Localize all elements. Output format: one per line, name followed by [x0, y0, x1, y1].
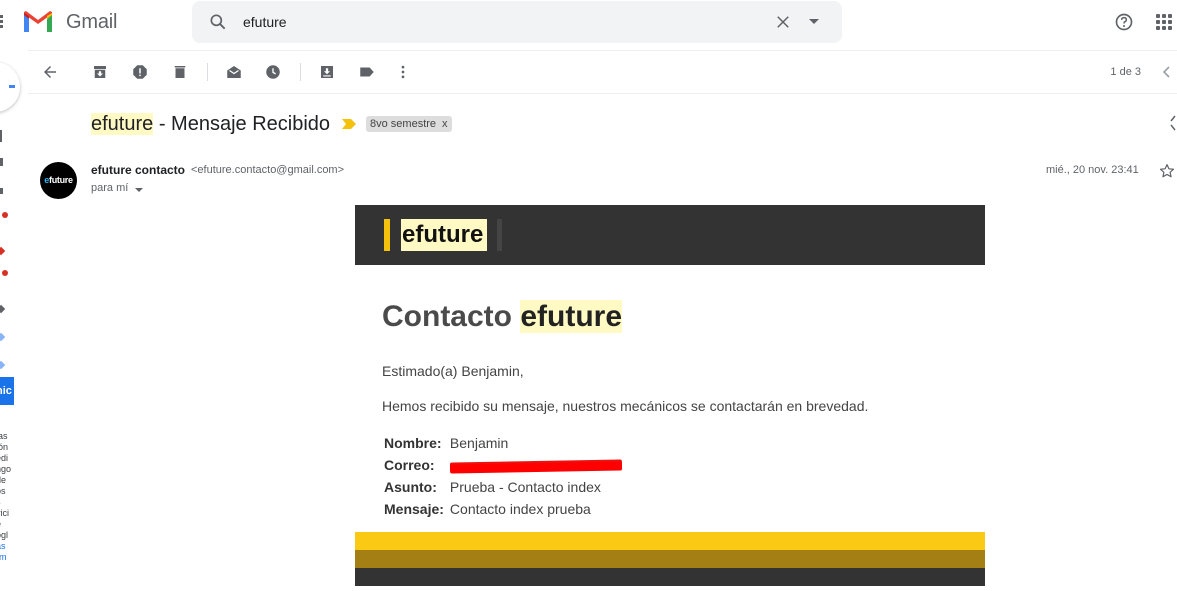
delete-icon[interactable] — [171, 63, 189, 81]
label-chip-text: 8vo semestre — [370, 118, 437, 130]
star-icon[interactable] — [1158, 162, 1176, 180]
search-bar[interactable]: efuture — [192, 1, 842, 43]
footer-band-yellow — [355, 532, 985, 550]
redaction-mark — [449, 461, 622, 472]
sidebar-text: os — [0, 486, 6, 496]
email-subject: efuture - Mensaje Recibido — [91, 113, 330, 136]
sidebar-text: e — [0, 519, 14, 530]
help-icon[interactable] — [1114, 12, 1134, 32]
pagination-count: 1 de 3 — [1110, 66, 1141, 78]
detail-value: Prueba - Contacto index — [449, 479, 601, 495]
message-toolbar: 1 de 3 — [28, 51, 1177, 94]
recipient-details-icon[interactable] — [135, 188, 143, 192]
hangouts-button[interactable]: nic — [0, 377, 14, 405]
search-input[interactable]: efuture — [243, 14, 287, 30]
sidebar-text: vici — [0, 508, 9, 518]
detail-label: Nombre: — [384, 435, 442, 451]
move-to-icon[interactable] — [318, 63, 336, 81]
label-icon[interactable] — [358, 63, 376, 81]
detail-row: Asunto: Prueba - Contacto index — [382, 476, 622, 498]
greeting-text: Estimado(a) Benjamin, — [382, 363, 524, 379]
label-chip[interactable]: 8vo semestre x — [366, 116, 452, 132]
mark-unread-icon[interactable] — [225, 63, 243, 81]
remove-label-icon[interactable]: x — [442, 118, 448, 130]
detail-row: Mensaje: Contacto index prueba — [382, 498, 622, 520]
sidebar-icon[interactable] — [0, 130, 2, 142]
detail-row: Correo: — [382, 454, 622, 476]
sidebar-text: i — [0, 420, 14, 431]
sender-name[interactable]: efuture contacto — [91, 163, 185, 177]
more-icon[interactable] — [394, 63, 412, 81]
label-dot-icon[interactable] — [0, 304, 6, 314]
sidebar-text: de — [0, 475, 7, 485]
toolbar-separator — [207, 63, 208, 81]
search-icon[interactable] — [208, 12, 228, 32]
sidebar-text-fragments: i ias ión edi ngo de os s vici e ogl as … — [0, 420, 14, 563]
search-options-icon[interactable] — [809, 19, 819, 24]
email-brand-header: efuture — [355, 205, 985, 265]
sidebar-text: ias — [0, 431, 8, 441]
report-spam-icon[interactable] — [131, 63, 149, 81]
email-heading: Contacto efuture — [382, 300, 623, 334]
menu-icon[interactable] — [0, 15, 4, 29]
label-dot-icon[interactable] — [0, 360, 6, 370]
gmail-logo[interactable] — [22, 10, 54, 34]
brand-name: efuture — [401, 219, 488, 251]
heading-text: Contacto — [382, 300, 521, 333]
sidebar-icon[interactable] — [0, 158, 3, 166]
detail-value — [449, 454, 622, 476]
detail-label: Asunto: — [384, 479, 437, 495]
toolbar-separator — [300, 63, 301, 81]
top-bar: Gmail efuture — [0, 0, 1177, 44]
label-dot-icon[interactable] — [0, 246, 6, 256]
sidebar-text: edi — [0, 453, 9, 463]
sidebar-text: ogl — [0, 530, 9, 540]
apps-icon[interactable] — [1156, 14, 1172, 30]
sidebar-text: s — [0, 497, 14, 508]
label-dot-icon[interactable] — [2, 270, 8, 276]
brand-accent-tail — [497, 219, 502, 251]
sidebar-icon[interactable] — [0, 188, 3, 194]
detail-value: Benjamin — [449, 435, 509, 451]
expand-icon[interactable] — [1166, 114, 1177, 132]
email-date: mié., 20 nov. 23:41 — [1046, 164, 1139, 176]
sidebar-text: ión — [0, 442, 9, 452]
snooze-icon[interactable] — [264, 63, 282, 81]
label-dot-icon[interactable] — [0, 332, 6, 342]
sidebar-link[interactable]: rm — [0, 552, 14, 563]
detail-value: Contacto index prueba — [449, 501, 591, 517]
clear-search-icon[interactable] — [774, 13, 792, 31]
compose-button[interactable] — [0, 62, 20, 112]
sidebar-text: ngo — [0, 464, 12, 474]
back-icon[interactable] — [41, 63, 59, 81]
subject-highlight: efuture — [91, 113, 154, 135]
detail-label: Mensaje: — [384, 501, 444, 517]
contact-details: Nombre: Benjamin Correo: Asunto: Prueba … — [382, 432, 622, 520]
important-marker-icon[interactable] — [342, 119, 356, 129]
sender-email: <efuture.contacto@gmail.com> — [191, 164, 345, 176]
detail-label: Correo: — [384, 457, 435, 473]
label-dot-icon[interactable] — [2, 212, 8, 218]
footer-band-dark — [355, 568, 985, 586]
prev-icon[interactable] — [1161, 65, 1173, 79]
footer-band-gold — [355, 550, 985, 568]
sidebar-link[interactable]: as — [0, 541, 14, 552]
archive-icon[interactable] — [91, 63, 109, 81]
subject-text: - Mensaje Recibido — [153, 113, 331, 135]
recipient-label[interactable]: para mí — [91, 182, 128, 194]
brand-accent-bar — [384, 219, 390, 251]
detail-row: Nombre: Benjamin — [382, 432, 622, 454]
message-text: Hemos recibido su mensaje, nuestros mecá… — [382, 398, 869, 414]
gmail-wordmark[interactable]: Gmail — [66, 11, 117, 34]
sender-avatar[interactable]: efuture — [40, 162, 77, 199]
heading-highlight: efuture — [520, 300, 623, 333]
